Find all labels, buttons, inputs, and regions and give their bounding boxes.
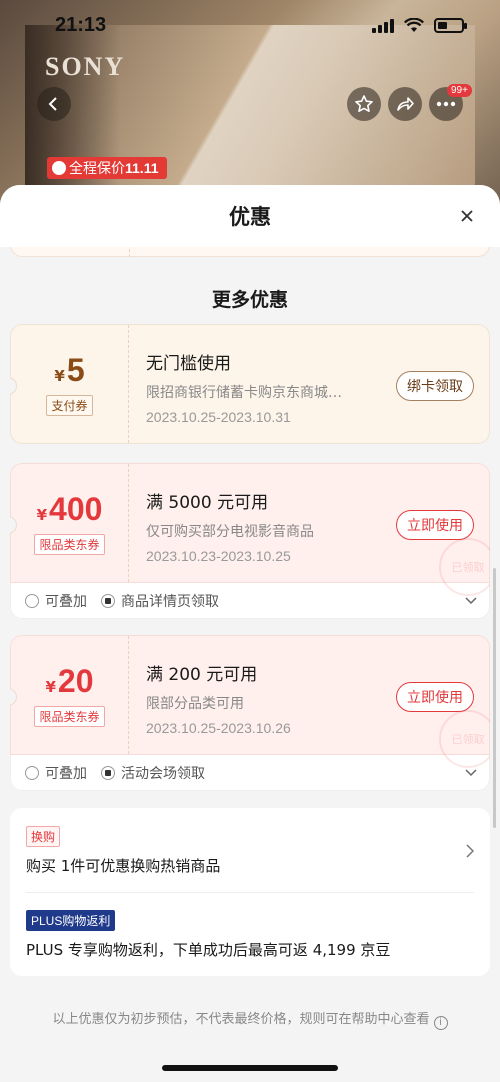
coupon-type-tag: 支付券	[46, 395, 93, 416]
notification-badge: 99+	[447, 84, 472, 97]
coupon-amount-area: ¥ 400 限品类东券	[11, 464, 129, 582]
stack-icon	[25, 765, 39, 780]
coupon-type-tag: 限品类东券	[34, 534, 105, 555]
status-time: 21:13	[55, 13, 107, 36]
use-now-button[interactable]: 立即使用	[396, 510, 474, 540]
coupon-footer[interactable]: 可叠加 商品详情页领取	[10, 583, 490, 619]
section-title: 更多优惠	[211, 289, 288, 311]
coupon-card: ¥ 20 限品类东券 满 200 元可用 限部分品类可用 2023.10.25-…	[10, 635, 490, 791]
star-icon	[355, 95, 373, 112]
disclaimer: 以上优惠仅为初步预估，不代表最终价格，规则可在帮助中心查看 i	[0, 1008, 500, 1030]
wifi-icon	[404, 17, 424, 32]
coupon-amount: 5	[66, 352, 85, 388]
claimed-stamp: 已领取	[439, 710, 490, 768]
coupon-info: 无门槛使用 限招商银行储蓄卡购京东商城… 2023.10.25-2023.10.…	[129, 325, 489, 443]
back-arrow-icon	[48, 97, 57, 111]
coupon-footer[interactable]: 可叠加 活动会场领取	[10, 755, 490, 791]
use-now-button[interactable]: 立即使用	[396, 682, 474, 712]
coupon-date: 2023.10.25-2023.10.31	[146, 409, 291, 425]
claim-source-label: 活动会场领取	[121, 765, 205, 782]
coupon-date: 2023.10.25-2023.10.26	[146, 720, 291, 736]
divider	[26, 892, 474, 893]
plus-rebate-text: PLUS 专享购物返利，下单成功后最高可返 4,199 京豆	[26, 941, 391, 959]
home-indicator[interactable]	[162, 1065, 338, 1071]
source-icon	[101, 765, 115, 780]
coupon-card: ¥ 5 支付券 无门槛使用 限招商银行储蓄卡购京东商城… 2023.10.25-…	[10, 324, 490, 444]
heart-icon	[52, 161, 66, 175]
coupon-card: ¥ 400 限品类东券 满 5000 元可用 仅可购买部分电视影音商品 2023…	[10, 463, 490, 619]
share-button[interactable]	[388, 87, 422, 121]
stack-icon	[25, 593, 39, 608]
bind-card-claim-button[interactable]: 绑卡领取	[396, 371, 474, 401]
other-promotions-card: 换购 购买 1件可优惠换购热销商品 PLUS购物返利 PLUS 专享购物返利，下…	[10, 808, 490, 976]
coupon-amount-area: ¥ 20 限品类东券	[11, 636, 129, 754]
coupon-info: 满 200 元可用 限部分品类可用 2023.10.25-2023.10.26 …	[129, 636, 490, 768]
battery-icon	[434, 17, 467, 33]
plus-rebate-tag: PLUS购物返利	[26, 910, 116, 931]
stackable-label: 可叠加	[45, 593, 87, 610]
coupon-amount: 20	[57, 663, 94, 699]
discount-sheet: 优惠 更多优惠 ¥ 5 支付券 无门槛使用 限招商银行储蓄卡购京东商城… 202…	[0, 185, 500, 1082]
coupon-date: 2023.10.23-2023.10.25	[146, 548, 291, 564]
coupon-type-tag: 限品类东券	[34, 706, 105, 727]
chevron-down-icon[interactable]	[465, 768, 477, 777]
status-bar: 21:13	[0, 0, 500, 50]
exchange-promo-text: 购买 1件可优惠换购热销商品	[26, 857, 221, 875]
currency-symbol: ¥	[45, 678, 56, 696]
back-button[interactable]	[37, 87, 71, 121]
currency-symbol: ¥	[54, 367, 65, 385]
coupon-amount-area: ¥ 5 支付券	[11, 325, 129, 443]
exchange-promo-row[interactable]: 换购 购买 1件可优惠换购热销商品	[26, 826, 474, 876]
favorite-button[interactable]	[347, 87, 381, 121]
claimed-stamp: 已领取	[439, 538, 490, 596]
share-icon	[397, 97, 414, 111]
sheet-title: 优惠	[229, 205, 271, 229]
more-dots-icon	[436, 101, 456, 107]
chevron-right-icon[interactable]	[466, 844, 474, 858]
disclaimer-text: 以上优惠仅为初步预估，不代表最终价格，规则可在帮助中心查看	[52, 1012, 430, 1027]
claim-source-info: 活动会场领取	[101, 763, 205, 783]
claim-source-label: 商品详情页领取	[121, 593, 219, 610]
stackable-info: 可叠加	[25, 591, 87, 611]
exchange-tag: 换购	[26, 826, 61, 847]
signal-icon	[372, 17, 394, 33]
close-button[interactable]	[456, 205, 478, 227]
price-protection-tag: 全程保价 11.11	[47, 157, 167, 179]
status-icons	[372, 17, 467, 33]
chevron-down-icon[interactable]	[465, 596, 477, 605]
price-protection-date: 11.11	[125, 160, 159, 176]
scrollbar[interactable]	[493, 568, 496, 828]
brand-logo: SONY	[45, 52, 126, 81]
currency-symbol: ¥	[36, 506, 48, 524]
price-protection-label: 全程保价	[69, 161, 125, 177]
plus-rebate-row: PLUS购物返利 PLUS 专享购物返利，下单成功后最高可返 4,199 京豆	[26, 910, 474, 960]
close-icon	[461, 210, 473, 222]
claim-source-info: 商品详情页领取	[101, 591, 219, 611]
info-icon[interactable]: i	[433, 1016, 448, 1030]
stackable-label: 可叠加	[45, 765, 87, 782]
coupon-info: 满 5000 元可用 仅可购买部分电视影音商品 2023.10.23-2023.…	[129, 464, 490, 596]
sheet-header: 优惠	[0, 185, 500, 247]
source-icon	[101, 593, 115, 608]
stackable-info: 可叠加	[25, 763, 87, 783]
coupon-amount: 400	[49, 491, 103, 527]
